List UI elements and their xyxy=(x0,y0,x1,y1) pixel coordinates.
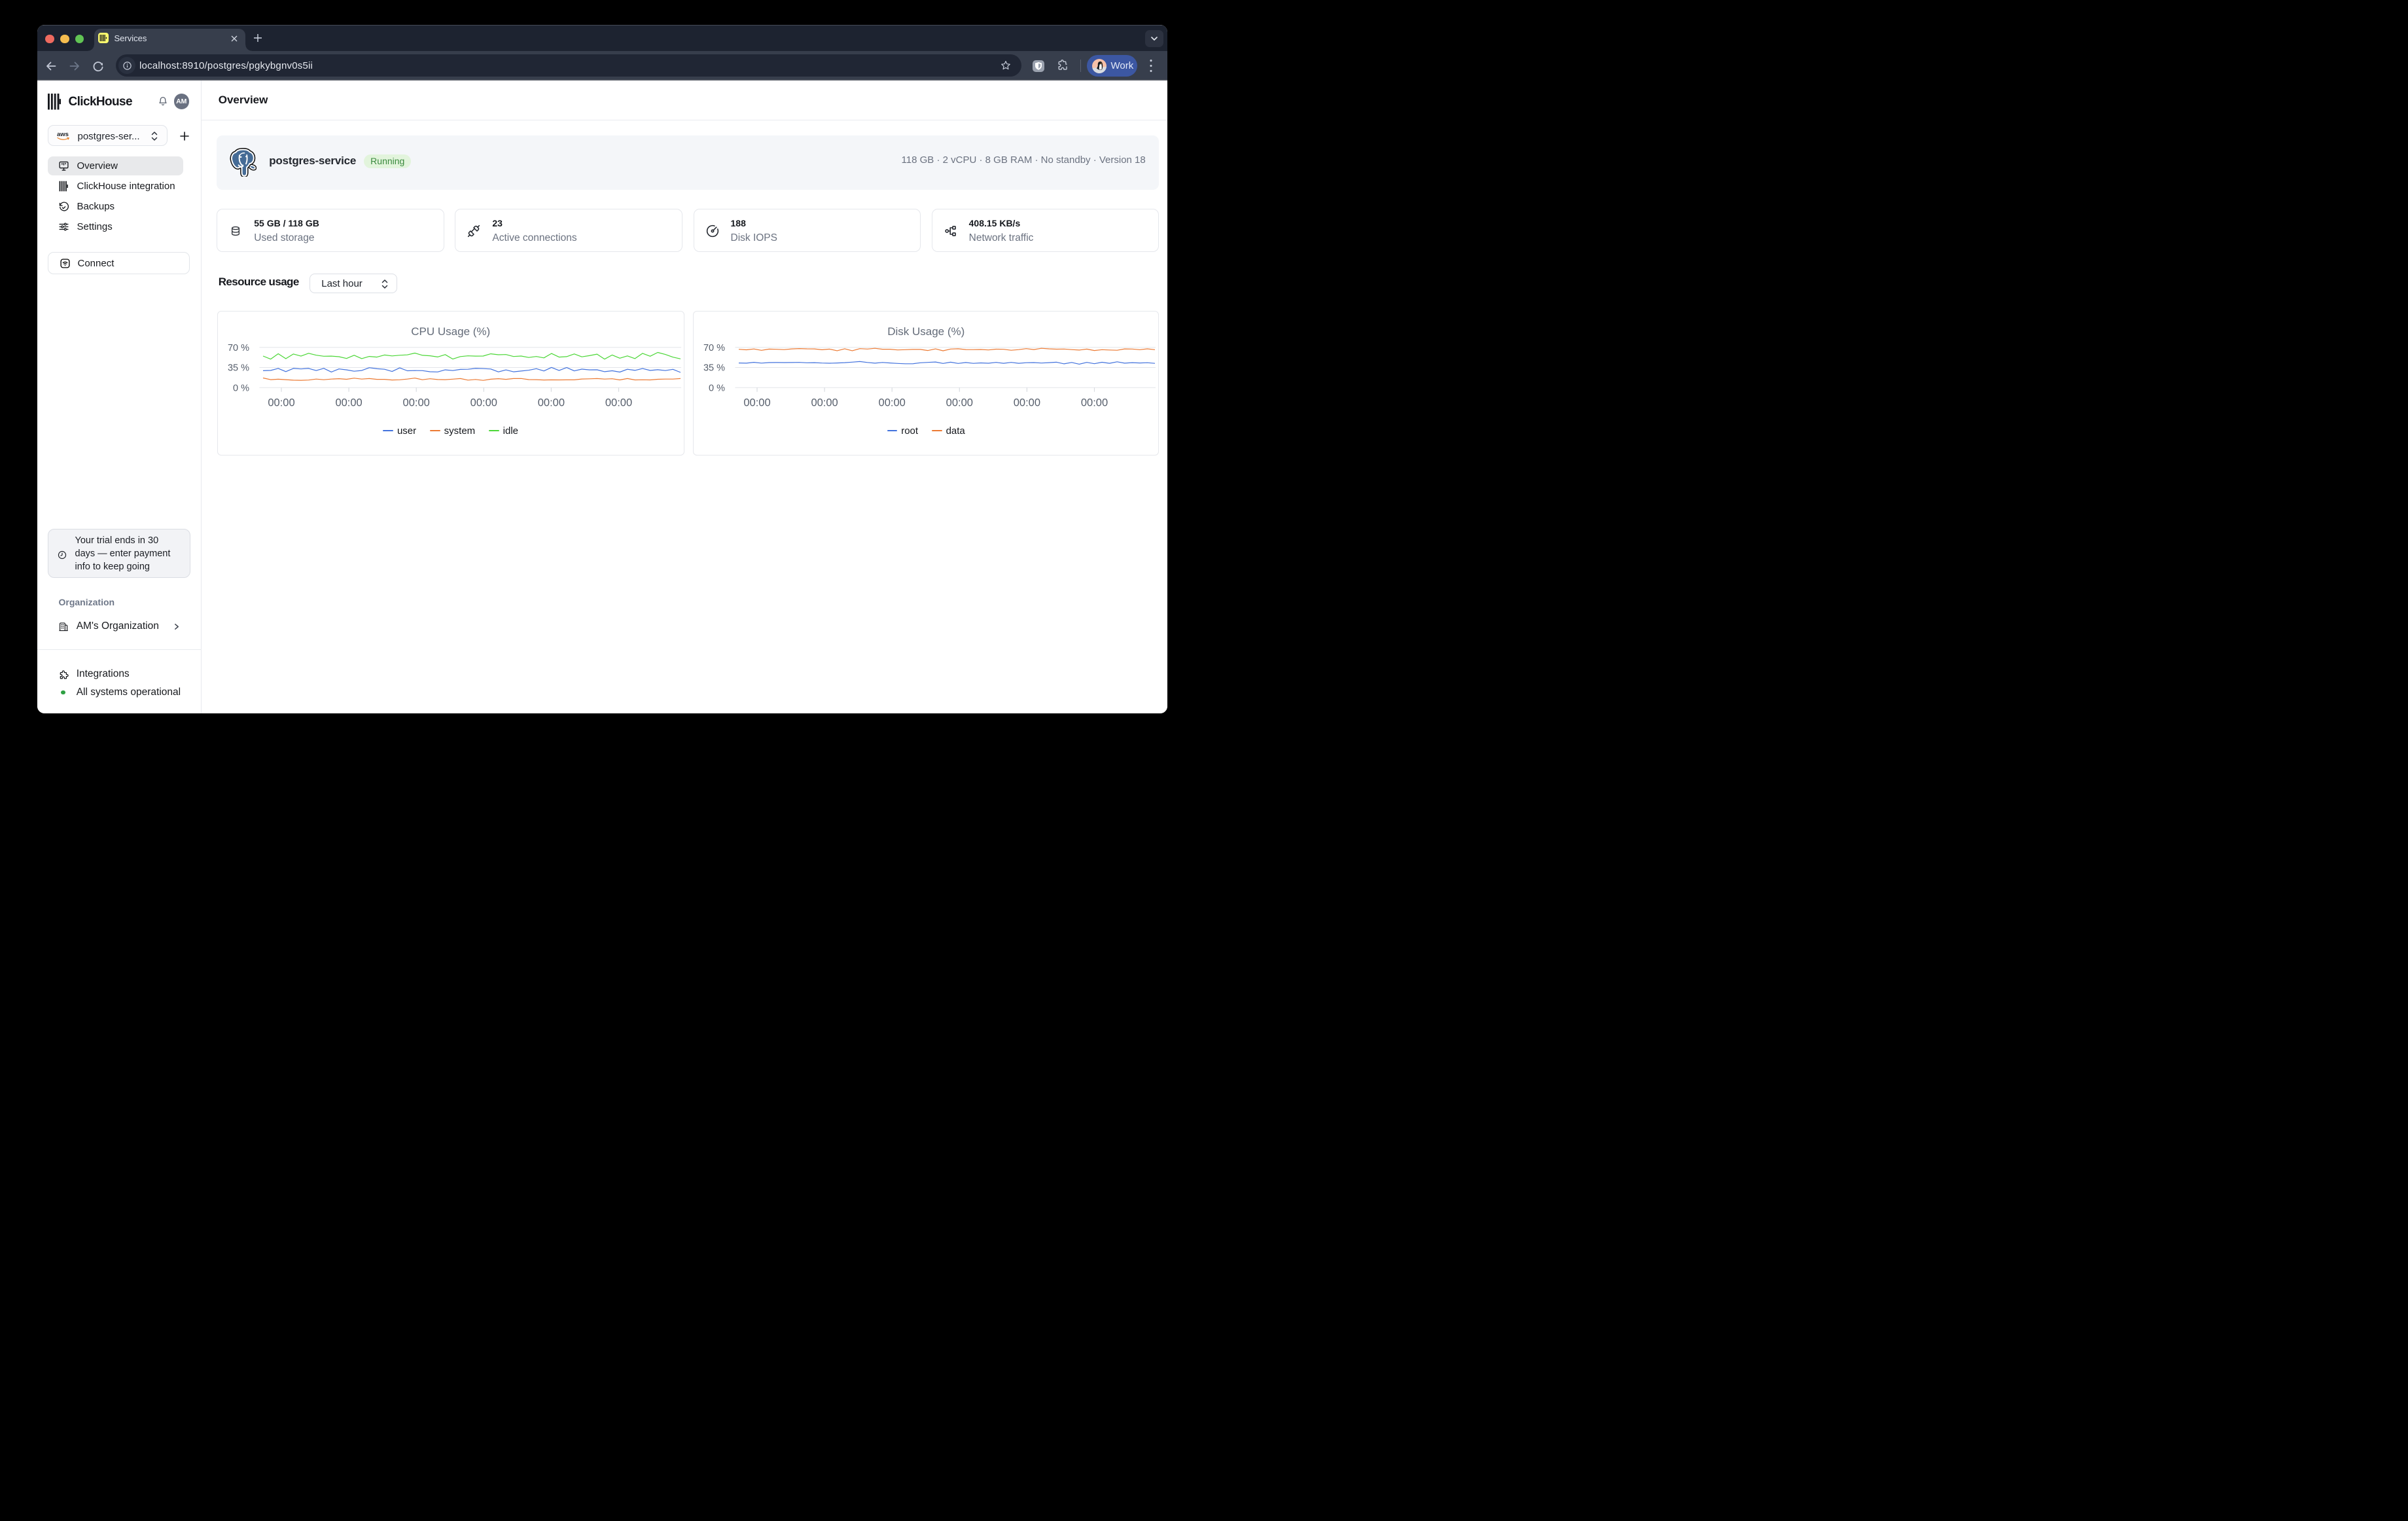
svg-text:00:00: 00:00 xyxy=(335,397,362,408)
svg-text:00:00: 00:00 xyxy=(811,397,838,408)
svg-text:0 %: 0 % xyxy=(233,383,249,393)
svg-text:00:00: 00:00 xyxy=(470,397,497,408)
svg-text:00:00: 00:00 xyxy=(605,397,632,408)
svg-text:0 %: 0 % xyxy=(709,383,725,393)
svg-text:00:00: 00:00 xyxy=(879,397,906,408)
svg-text:00:00: 00:00 xyxy=(946,397,973,408)
svg-text:00:00: 00:00 xyxy=(744,397,771,408)
svg-text:00:00: 00:00 xyxy=(402,397,429,408)
svg-text:aws: aws xyxy=(57,131,69,138)
svg-text:00:00: 00:00 xyxy=(1014,397,1040,408)
svg-text:00:00: 00:00 xyxy=(268,397,294,408)
svg-text:00:00: 00:00 xyxy=(1081,397,1108,408)
svg-text:35 %: 35 % xyxy=(703,363,725,373)
svg-text:35 %: 35 % xyxy=(228,363,249,373)
svg-text:00:00: 00:00 xyxy=(538,397,565,408)
svg-text:70 %: 70 % xyxy=(703,342,725,353)
svg-text:70 %: 70 % xyxy=(228,342,249,353)
